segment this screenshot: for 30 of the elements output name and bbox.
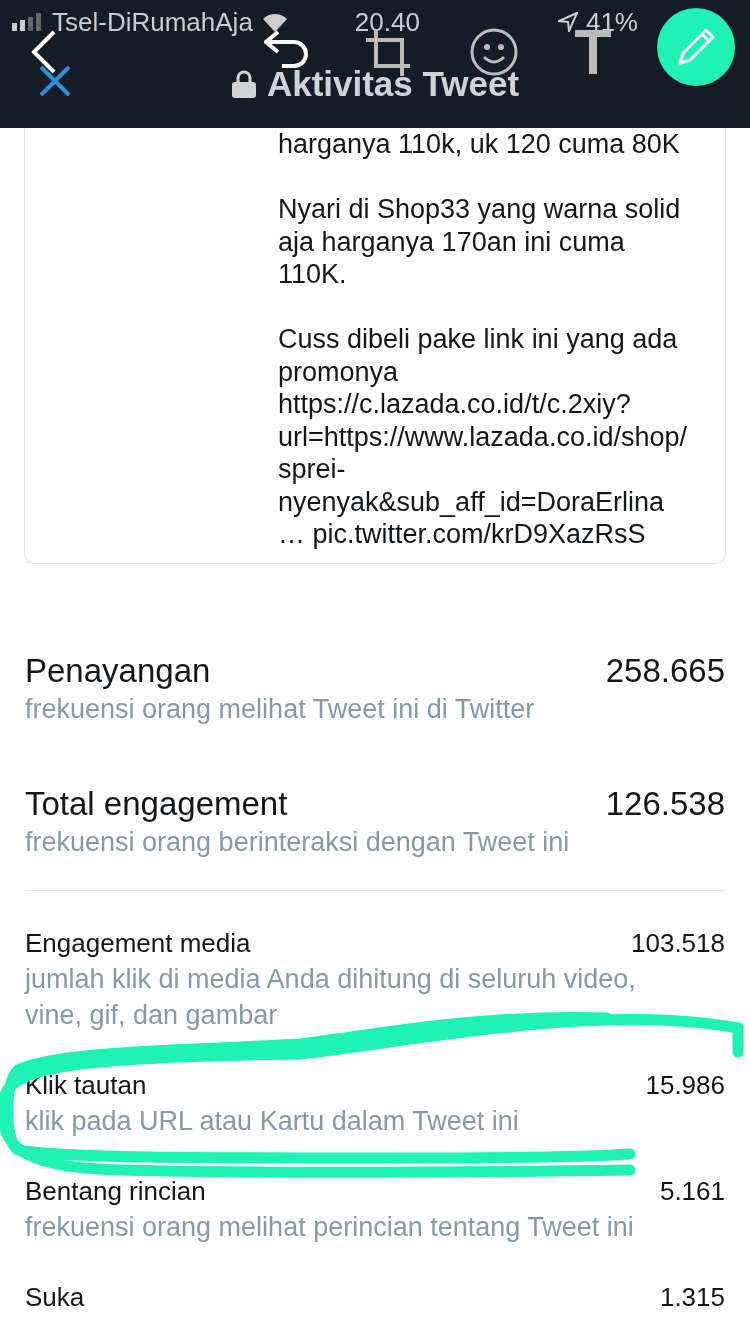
metric-description: frekuensi orang melihat perincian tentang Tweet ini — [25, 1210, 635, 1244]
metric-value: 126.538 — [605, 783, 725, 824]
tweet-text: https://c.lazada.co.id/t/c.2xiy?url=https://www.lazada.co.id/shop/sprei-nyenyak&sub_aff_id=DoraErlina — [278, 388, 688, 518]
metric-label: Penayangan — [25, 650, 212, 691]
metric-value: 5.161 — [659, 1174, 725, 1208]
metric-description: jumlah klik di media Anda dihitung di seluruh video, vine, gif, dan gambar — [25, 962, 637, 1032]
metric-description: frekuensi orang melihat Tweet ini di Twitter — [25, 692, 536, 726]
tweet-text: Nyari di Shop33 yang warna solid aja harganya 170an ini cuma 110K. — [278, 193, 682, 291]
metric-label: Engagement media — [25, 926, 252, 960]
battery-percent: 41% — [585, 6, 638, 38]
metric-label: Suka — [25, 1280, 86, 1314]
wifi-icon — [260, 12, 289, 32]
location-icon — [557, 12, 578, 32]
tweet-text: … pic.twitter.com/krD9XazRsS — [278, 518, 647, 551]
text-tool-icon[interactable] — [575, 30, 611, 74]
clock-time: 20.40 — [354, 6, 420, 38]
signal-icon — [12, 13, 44, 31]
metric-description: klik pada URL atau Kartu dalam Tweet ini — [25, 1104, 520, 1138]
lock-icon — [230, 70, 257, 98]
close-icon[interactable] — [38, 64, 72, 98]
metric-label: Total engagement — [25, 783, 289, 824]
metric-value: 15.986 — [645, 1068, 725, 1102]
metric-value: 103.518 — [631, 926, 725, 960]
tweet-text: harganya 110k, uk 120 cuma 80K — [278, 128, 681, 161]
metric-description: frekuensi orang berinteraksi dengan Tweet ini — [25, 825, 571, 859]
metric-value: 1.315 — [659, 1280, 725, 1314]
carrier-name: Tsel-DiRumahAja — [52, 6, 253, 38]
page-title: Aktivitas Tweet — [266, 64, 520, 104]
metric-label: Bentang rincian — [25, 1174, 207, 1208]
metric-value: 258.665 — [605, 650, 725, 691]
